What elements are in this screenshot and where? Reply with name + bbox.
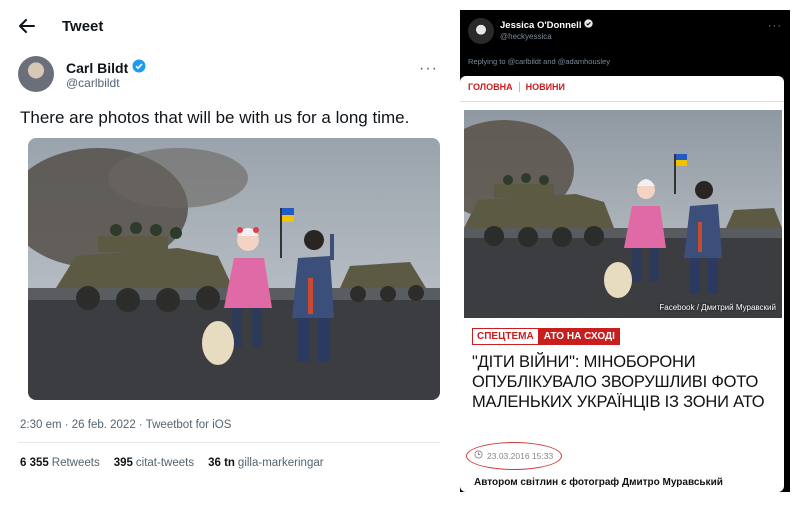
tweet-timestamp[interactable]: 2:30 em · 26 feb. 2022 · Tweetbot for iO… — [20, 419, 231, 431]
stat-retweets[interactable]: 6 355 Retweets — [20, 457, 100, 469]
tweet-stats: 6 355 Retweets 395 citat-tweets 36 tn gilla… — [20, 457, 324, 469]
divider — [18, 442, 440, 443]
reply-author-handle[interactable]: @heckyessica — [500, 32, 552, 41]
more-options-icon[interactable]: ··· — [419, 60, 438, 78]
tweet-panel: Tweet Carl Bildt @carlbildt ··· There ar… — [8, 6, 446, 500]
nav-home-link[interactable]: ГОЛОВНА — [468, 82, 513, 92]
tag-special[interactable]: СПЕЦТЕМА — [472, 328, 539, 345]
verified-badge-icon — [132, 59, 146, 76]
replying-to[interactable]: Replying to @carlbildt and @adamhousley — [468, 57, 610, 66]
avatar[interactable] — [18, 56, 54, 92]
article-date: 23.03.2016 15:33 — [487, 450, 554, 461]
stat-likes[interactable]: 36 tn gilla-markeringar — [208, 457, 323, 469]
author-handle[interactable]: @carlbildt — [66, 76, 120, 90]
article-date-row: 23.03.2016 15:33 — [474, 450, 553, 461]
divider — [518, 82, 520, 92]
article-nav: ГОЛОВНА НОВИНИ — [468, 82, 565, 92]
article-caption: Автором світлин є фотограф Дмитро Муравс… — [474, 477, 723, 488]
reply-author-name: Jessica O'Donnell — [500, 19, 582, 31]
article-card[interactable]: ГОЛОВНА НОВИНИ Facebook / Дмитрий Муравс… — [460, 76, 784, 492]
article-headline[interactable]: "ДІТИ ВІЙНИ": МІНОБОРОНИ ОПУБЛІКУВАЛО ЗВ… — [472, 352, 778, 412]
clock-icon — [474, 450, 483, 461]
divider — [460, 101, 784, 102]
article-photo[interactable]: Facebook / Дмитрий Муравский — [464, 110, 782, 318]
author-name: Carl Bildt — [66, 59, 129, 76]
reply-avatar[interactable] — [468, 18, 494, 44]
tag-ato[interactable]: АТО НА СХОДІ — [538, 328, 620, 345]
nav-news-link[interactable]: НОВИНИ — [526, 82, 565, 92]
reply-panel: Jessica O'Donnell @heckyessica ··· Reply… — [460, 10, 790, 492]
more-options-icon[interactable]: ··· — [768, 20, 782, 32]
verified-badge-icon — [584, 19, 594, 31]
article-tags: СПЕЦТЕМА АТО НА СХОДІ — [472, 328, 620, 345]
tweet-photo[interactable] — [28, 138, 440, 400]
tweet-author: Carl Bildt @carlbildt ··· — [18, 56, 438, 96]
photo-credit: Facebook / Дмитрий Муравский — [659, 303, 776, 312]
page-title: Tweet — [62, 17, 104, 35]
tweet-header: Tweet — [8, 6, 446, 46]
reply-author-row[interactable]: Jessica O'Donnell — [500, 19, 594, 31]
stat-quote-tweets[interactable]: 395 citat-tweets — [114, 457, 194, 469]
author-name-row[interactable]: Carl Bildt — [66, 59, 146, 76]
back-arrow-icon[interactable] — [14, 13, 40, 39]
tweet-text: There are photos that will be with us fo… — [20, 108, 410, 127]
